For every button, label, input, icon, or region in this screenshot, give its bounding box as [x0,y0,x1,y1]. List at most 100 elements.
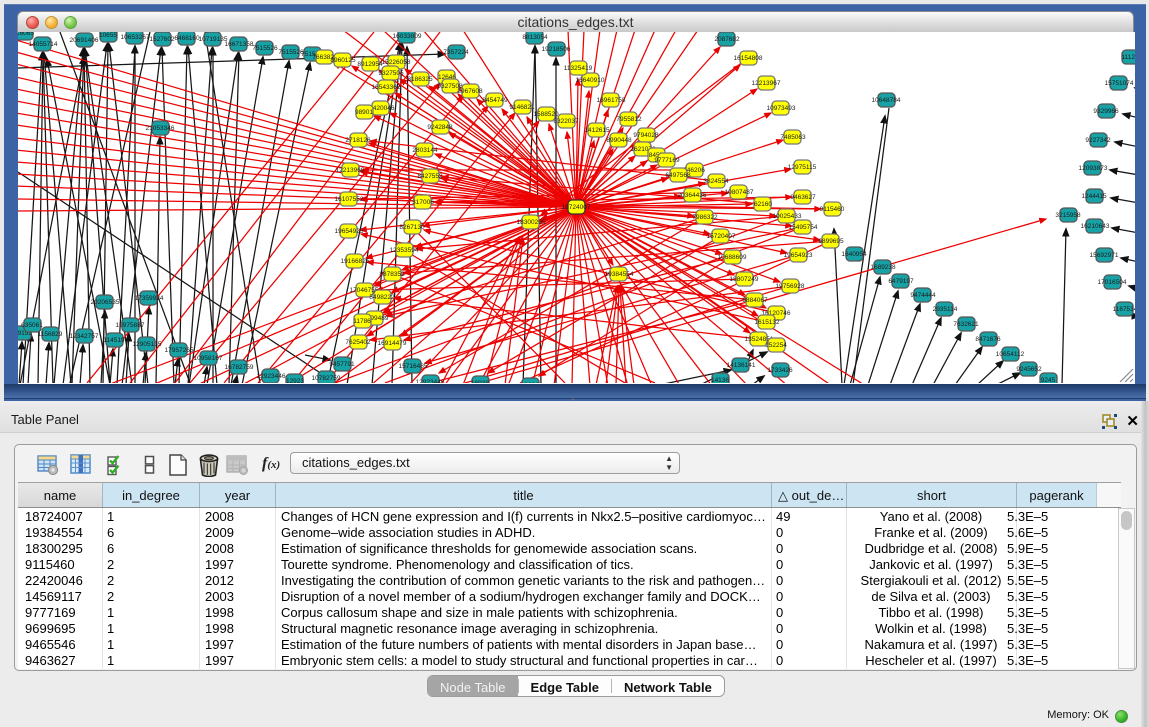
svg-text:19384554: 19384554 [605,271,634,278]
svg-text:12923: 12923 [286,378,304,383]
svg-text:12905135: 12905135 [133,341,162,348]
svg-text:7515526: 7515526 [252,45,278,52]
svg-text:12213969: 12213969 [336,167,365,174]
svg-text:16938: 16938 [471,380,489,383]
svg-text:9474444: 9474444 [910,292,936,299]
svg-text:20691406: 20691406 [70,37,99,44]
svg-text:16154808: 16154808 [734,55,763,62]
svg-text:252254: 252254 [765,342,787,349]
svg-text:1615132: 1615132 [754,319,780,326]
svg-text:9245: 9245 [1041,377,1056,383]
svg-text:19756928: 19756928 [776,283,805,290]
svg-text:15692971: 15692971 [1090,252,1119,259]
svg-text:12093873: 12093873 [1079,165,1108,172]
svg-text:9115460: 9115460 [820,206,845,213]
svg-text:16107552: 16107552 [335,196,364,203]
svg-text:9794028: 9794028 [633,132,659,139]
svg-text:635061: 635061 [21,322,43,329]
svg-text:8813054: 8813054 [522,34,548,41]
svg-text:14136141: 14136141 [727,362,756,369]
svg-text:8878352: 8878352 [379,271,405,278]
svg-text:2803144: 2803144 [412,147,438,154]
svg-text:10782759: 10782759 [312,375,341,382]
svg-text:8471676: 8471676 [975,336,1001,343]
svg-text:8267130: 8267130 [399,224,425,231]
svg-text:10653267: 10653267 [121,34,150,41]
svg-text:7625402: 7625402 [345,339,371,346]
svg-text:16961758: 16961758 [597,97,626,104]
svg-text:16914479: 16914479 [378,340,407,347]
svg-text:1689238: 1689238 [870,264,896,271]
svg-text:16065: 16065 [18,32,34,37]
svg-text:7986322: 7986322 [692,214,718,221]
svg-text:20364436: 20364436 [678,192,707,199]
svg-text:2087682: 2087682 [714,36,740,43]
svg-text:15495754: 15495754 [789,224,818,231]
svg-text:3824554: 3824554 [703,178,729,185]
svg-text:15720407: 15720407 [707,233,736,240]
svg-text:16543362: 16543362 [372,84,401,91]
svg-text:1527602: 1527602 [149,36,175,43]
svg-text:7485063: 7485063 [780,134,806,141]
svg-text:19654925: 19654925 [335,228,364,235]
svg-text:12353594: 12353594 [390,247,419,254]
svg-text:21053346: 21053346 [146,125,175,132]
svg-text:8322037: 8322037 [553,118,579,125]
svg-text:8912954: 8912954 [357,61,383,68]
svg-text:9777169: 9777169 [654,157,680,164]
svg-text:16782759: 16782759 [225,364,254,371]
svg-text:1167534: 1167534 [1113,306,1135,313]
svg-text:6466160: 6466160 [174,35,200,42]
svg-text:1733426: 1733426 [767,367,793,374]
svg-text:10973493: 10973493 [767,105,796,112]
svg-text:20206535: 20206535 [91,299,120,306]
svg-text:8454749: 8454749 [482,97,508,104]
svg-text:2967608: 2967608 [457,88,483,95]
svg-text:16671358: 16671358 [225,41,254,48]
svg-text:9146821: 9146821 [509,104,535,111]
svg-text:1640954: 1640954 [841,251,867,258]
svg-text:10719135: 10719135 [199,36,228,43]
svg-text:9457791: 9457791 [329,361,355,368]
svg-text:17957265: 17957265 [165,347,194,354]
svg-text:14136: 14136 [711,377,729,383]
svg-text:16033809: 16033809 [393,33,422,40]
svg-text:16210643: 16210643 [1081,223,1110,230]
svg-text:7955812: 7955812 [616,116,642,123]
svg-text:12342757: 12342757 [70,333,99,340]
svg-text:1412615: 1412615 [584,127,610,134]
svg-text:12923446: 12923446 [416,379,445,383]
svg-text:19166825: 19166825 [341,258,370,265]
svg-text:1588520: 1588520 [533,111,559,118]
svg-text:1244415: 1244415 [1081,193,1107,200]
svg-text:62160: 62160 [754,201,772,208]
svg-text:6497568: 6497568 [665,172,691,179]
svg-text:9329966: 9329966 [1093,108,1119,115]
svg-text:12213967: 12213967 [752,80,781,87]
svg-text:18724007: 18724007 [562,204,591,211]
svg-text:8990448: 8990448 [606,137,632,144]
svg-text:9245652: 9245652 [1016,366,1042,373]
svg-text:12923: 12923 [521,382,539,383]
svg-text:6479197: 6479197 [888,278,914,285]
svg-text:10958167: 10958167 [194,355,223,362]
svg-text:10688609: 10688609 [718,254,747,261]
svg-text:1156829: 1156829 [38,331,63,338]
svg-text:15751074: 15751074 [1105,80,1134,87]
svg-text:10025433: 10025433 [773,213,802,220]
svg-text:11325419: 11325419 [564,65,593,72]
svg-text:98901: 98901 [355,109,373,116]
svg-text:9884067: 9884067 [742,297,768,304]
svg-text:2718126: 2718126 [345,137,371,144]
svg-text:17359924: 17359924 [135,295,164,302]
svg-text:317006: 317006 [412,199,434,206]
svg-text:15226058: 15226058 [382,59,411,66]
svg-text:6899695: 6899695 [818,238,844,245]
svg-text:10655: 10655 [99,32,117,39]
svg-text:19654923: 19654923 [784,252,813,259]
svg-text:17016504: 17016504 [1098,279,1127,286]
svg-text:9463627: 9463627 [790,194,816,201]
svg-text:11786: 11786 [353,318,371,325]
svg-text:19975887: 19975887 [116,322,145,329]
svg-text:10654112: 10654112 [996,351,1025,358]
